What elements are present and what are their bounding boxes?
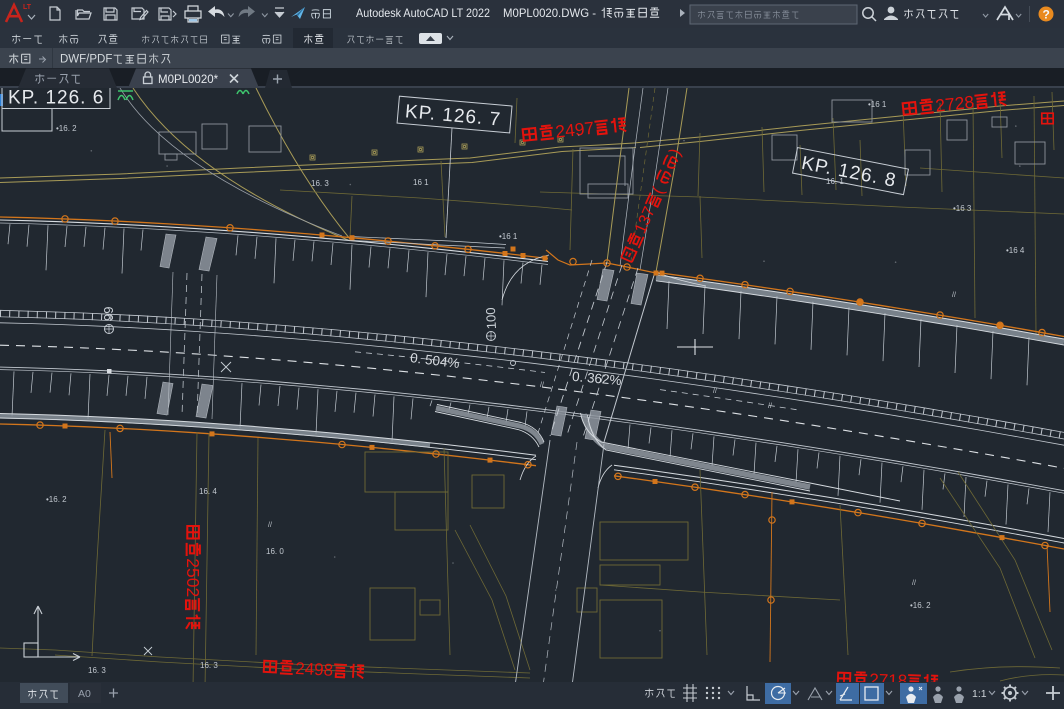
svg-text:?: ? [1043, 8, 1050, 22]
svg-text://: // [268, 522, 272, 529]
svg-text:16 1: 16 1 [413, 178, 429, 187]
svg-text:16. 3: 16. 3 [88, 666, 106, 675]
svg-text://: // [952, 292, 956, 299]
svg-text:2498: 2498 [295, 659, 334, 680]
svg-text:Autodesk AutoCAD LT 2022: Autodesk AutoCAD LT 2022 [356, 7, 490, 20]
svg-text:M0PL0020*: M0PL0020* [158, 74, 219, 86]
svg-text:16. 3: 16. 3 [200, 661, 218, 670]
svg-text:2728: 2728 [934, 92, 975, 116]
svg-text:•16. 2: •16. 2 [910, 601, 931, 610]
svg-text:•16 4: •16 4 [1006, 246, 1025, 255]
svg-text:2497: 2497 [554, 118, 595, 142]
svg-text://: // [540, 382, 544, 389]
svg-text:•16 3: •16 3 [953, 204, 972, 213]
svg-text:LT: LT [23, 4, 32, 11]
svg-text:DWF/PDF: DWF/PDF [60, 54, 112, 66]
svg-text:2502: 2502 [183, 558, 203, 597]
svg-text:1:1: 1:1 [972, 688, 987, 700]
svg-text:M0PL0020.DWG -: M0PL0020.DWG - [503, 7, 596, 20]
svg-text:A0: A0 [78, 688, 91, 700]
svg-text:16. 3: 16. 3 [311, 179, 329, 188]
svg-text://: // [713, 388, 717, 395]
svg-text:16. 0: 16. 0 [266, 547, 284, 556]
svg-text:•16 1: •16 1 [499, 232, 518, 241]
svg-text://: // [912, 580, 916, 587]
svg-text://: // [768, 403, 772, 410]
svg-text:•16. 2: •16. 2 [46, 495, 67, 504]
svg-text:100: 100 [483, 307, 499, 329]
svg-text:16. 4: 16. 4 [199, 487, 217, 496]
svg-text:16. 1: 16. 1 [826, 177, 844, 186]
svg-text:99: 99 [101, 307, 116, 321]
svg-text:KP. 126. 6: KP. 126. 6 [8, 88, 104, 109]
svg-text:•16 1: •16 1 [868, 100, 887, 109]
svg-text:•16. 2: •16. 2 [56, 124, 77, 133]
